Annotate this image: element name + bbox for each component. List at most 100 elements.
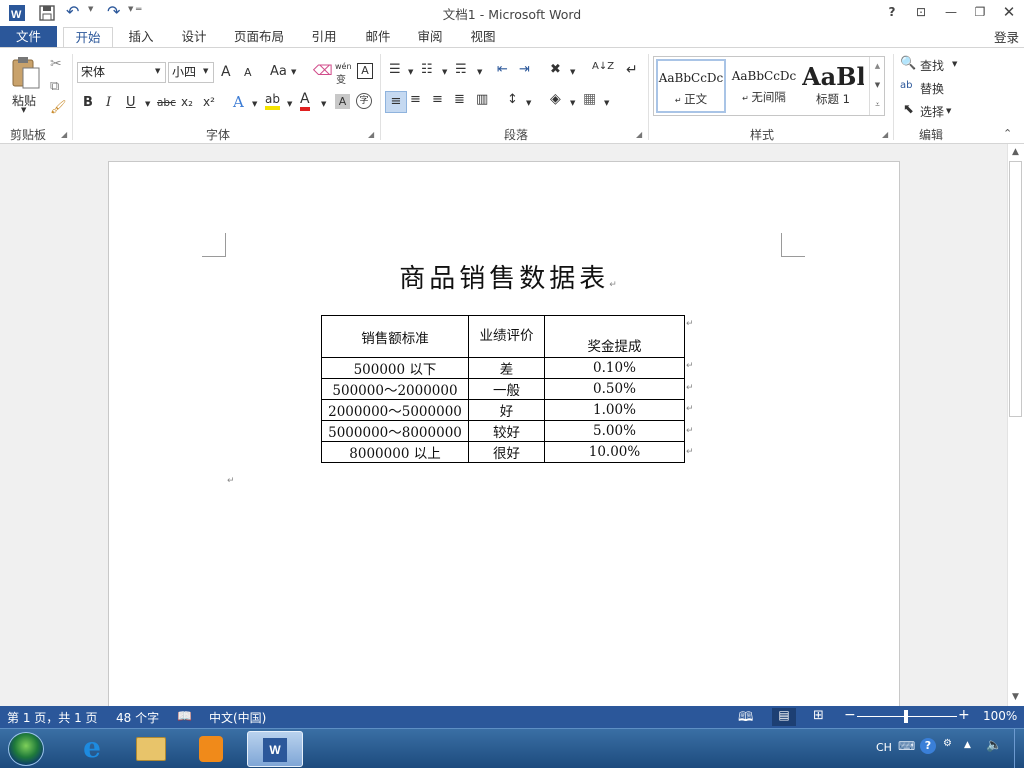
table-cell[interactable]: 一般 <box>468 378 545 400</box>
keyboard-icon[interactable]: ⌨ <box>898 739 915 753</box>
style-normal[interactable]: AaBbCcDc ↵ 正文 <box>656 59 726 113</box>
justify-icon[interactable]: ≣ <box>454 92 465 107</box>
shading-icon[interactable]: ◈ <box>550 91 561 107</box>
show-formatting-marks-icon[interactable]: ↵ <box>626 62 638 78</box>
close-icon[interactable]: ✕ <box>995 2 1023 22</box>
table-cell[interactable]: 8000000 以上 <box>321 441 469 463</box>
strikethrough-button[interactable]: abc <box>157 97 176 109</box>
tab-mailings[interactable]: 邮件 <box>356 27 400 48</box>
internet-explorer-icon[interactable]: e <box>64 731 120 767</box>
subscript-button[interactable]: x₂ <box>181 95 193 109</box>
character-shading-icon[interactable]: A <box>335 94 350 109</box>
find-icon[interactable]: 🔍 <box>900 56 916 71</box>
gallery-down-icon[interactable]: ▼ <box>870 76 885 95</box>
underline-dropdown-icon[interactable]: ▼ <box>145 100 150 108</box>
table-cell[interactable]: 5000000～8000000 <box>321 420 469 442</box>
multilevel-list-dropdown-icon[interactable]: ▼ <box>477 68 482 76</box>
show-desktop-button[interactable] <box>1014 729 1024 768</box>
show-hidden-icons-icon[interactable]: ▲ <box>964 740 971 750</box>
text-effects-dropdown-icon[interactable]: ▼ <box>252 100 257 108</box>
select-button[interactable]: 选择 <box>920 103 944 120</box>
media-player-icon[interactable] <box>199 736 223 762</box>
line-spacing-dropdown-icon[interactable]: ▼ <box>526 99 531 107</box>
align-right-icon[interactable]: ≡ <box>432 92 443 107</box>
italic-button[interactable]: I <box>106 95 111 110</box>
ime-options-icon[interactable]: ⚙ <box>943 738 952 749</box>
table-row[interactable]: 500000 以下差 0.10% <box>321 357 685 379</box>
select-icon[interactable]: ⬉ <box>903 102 914 117</box>
highlight-icon[interactable]: ab <box>265 93 280 110</box>
decrease-indent-icon[interactable]: ⇤ <box>497 62 508 77</box>
shading-dropdown-icon[interactable]: ▼ <box>570 99 575 107</box>
numbering-dropdown-icon[interactable]: ▼ <box>442 68 447 76</box>
format-painter-icon[interactable]: 🖌 <box>50 100 67 115</box>
clipboard-launcher-icon[interactable]: ◢ <box>61 130 67 139</box>
print-layout-icon[interactable]: ▤ <box>772 708 796 726</box>
character-border-icon[interactable]: A <box>357 63 373 79</box>
minimize-icon[interactable]: — <box>937 2 965 22</box>
highlight-dropdown-icon[interactable]: ▼ <box>287 100 292 108</box>
table-header-cell[interactable]: 奖金提成 <box>544 315 685 358</box>
zoom-slider-thumb[interactable] <box>904 710 908 723</box>
copy-icon[interactable]: ⧉ <box>50 79 59 94</box>
scroll-thumb[interactable] <box>1009 161 1022 417</box>
find-dropdown-icon[interactable]: ▼ <box>952 60 957 68</box>
distributed-icon[interactable]: ▥ <box>476 92 488 107</box>
ime-help-icon[interactable]: ? <box>920 738 936 754</box>
chinese-layout-dropdown-icon[interactable]: ▼ <box>570 68 575 76</box>
start-button[interactable] <box>8 732 44 766</box>
tab-insert[interactable]: 插入 <box>118 27 164 48</box>
bullets-icon[interactable]: ☰ <box>389 62 401 77</box>
font-name-dropdown-icon[interactable]: ▼ <box>155 67 160 75</box>
bold-button[interactable]: B <box>83 95 93 110</box>
word-count[interactable]: 48 个字 <box>116 709 159 726</box>
page-count[interactable]: 第 1 页，共 1 页 <box>7 709 98 726</box>
superscript-button[interactable]: x² <box>203 95 215 109</box>
table-cell[interactable]: 5.00% <box>544 420 685 442</box>
sign-in-link[interactable]: 登录 <box>994 27 1024 46</box>
zoom-level[interactable]: 100% <box>983 709 1017 723</box>
table-cell[interactable]: 10.00% <box>544 441 685 463</box>
table-header-cell[interactable]: 销售额标准 <box>321 315 469 358</box>
center-icon[interactable]: ≡ <box>410 92 421 107</box>
enclose-characters-icon[interactable]: 字 <box>356 93 372 109</box>
table-cell[interactable]: 差 <box>468 357 545 379</box>
table-cell[interactable]: 0.10% <box>544 357 685 379</box>
gallery-more-icon[interactable]: ⩡ <box>870 95 885 114</box>
replace-icon[interactable]: ab <box>900 80 912 91</box>
paste-dropdown-icon[interactable]: ▼ <box>21 106 26 114</box>
bullets-dropdown-icon[interactable]: ▼ <box>408 68 413 76</box>
cut-icon[interactable]: ✂ <box>50 56 62 72</box>
font-color-dropdown-icon[interactable]: ▼ <box>321 100 326 108</box>
multilevel-list-icon[interactable]: ☴ <box>455 62 467 77</box>
increase-indent-icon[interactable]: ⇥ <box>519 62 530 77</box>
tab-design[interactable]: 设计 <box>172 27 216 48</box>
tab-file[interactable]: 文件 <box>0 26 57 48</box>
borders-dropdown-icon[interactable]: ▼ <box>604 99 609 107</box>
collapse-ribbon-icon[interactable]: ⌃ <box>1003 127 1012 140</box>
font-name-field[interactable]: 宋体 <box>77 62 166 83</box>
sales-table[interactable]: 销售额标准 业绩评价 奖金提成 500000 以下差 0.10% 500000～20… <box>321 315 685 463</box>
ime-indicator[interactable]: CH <box>876 741 892 754</box>
table-cell[interactable]: 500000～2000000 <box>321 378 469 400</box>
table-row[interactable]: 8000000 以上 很好 10.00% <box>321 441 685 463</box>
styles-launcher-icon[interactable]: ◢ <box>882 130 888 139</box>
change-case-dropdown-icon[interactable]: ▼ <box>291 68 296 76</box>
font-launcher-icon[interactable]: ◢ <box>368 130 374 139</box>
scroll-up-icon[interactable]: ▲ <box>1007 144 1024 161</box>
table-cell[interactable]: 500000 以下 <box>321 357 469 379</box>
chinese-layout-icon[interactable]: ✖ <box>550 62 561 77</box>
restore-icon[interactable]: ❐ <box>966 2 994 22</box>
table-row[interactable]: 5000000～8000000 较好 5.00% <box>321 420 685 442</box>
find-button[interactable]: 查找 <box>920 57 944 74</box>
proofing-icon[interactable]: 📖 <box>177 709 192 723</box>
gallery-up-icon[interactable]: ▲ <box>870 57 885 76</box>
table-cell[interactable]: 好 <box>468 399 545 421</box>
replace-button[interactable]: 替换 <box>920 80 944 97</box>
web-layout-icon[interactable]: ⊞ <box>813 708 824 723</box>
phonetic-guide-button[interactable]: wén <box>335 62 352 71</box>
scroll-down-icon[interactable]: ▼ <box>1007 689 1024 706</box>
tab-review[interactable]: 审阅 <box>408 27 452 48</box>
change-case-button[interactable]: Aa <box>270 64 287 79</box>
font-color-icon[interactable]: A <box>300 92 310 111</box>
